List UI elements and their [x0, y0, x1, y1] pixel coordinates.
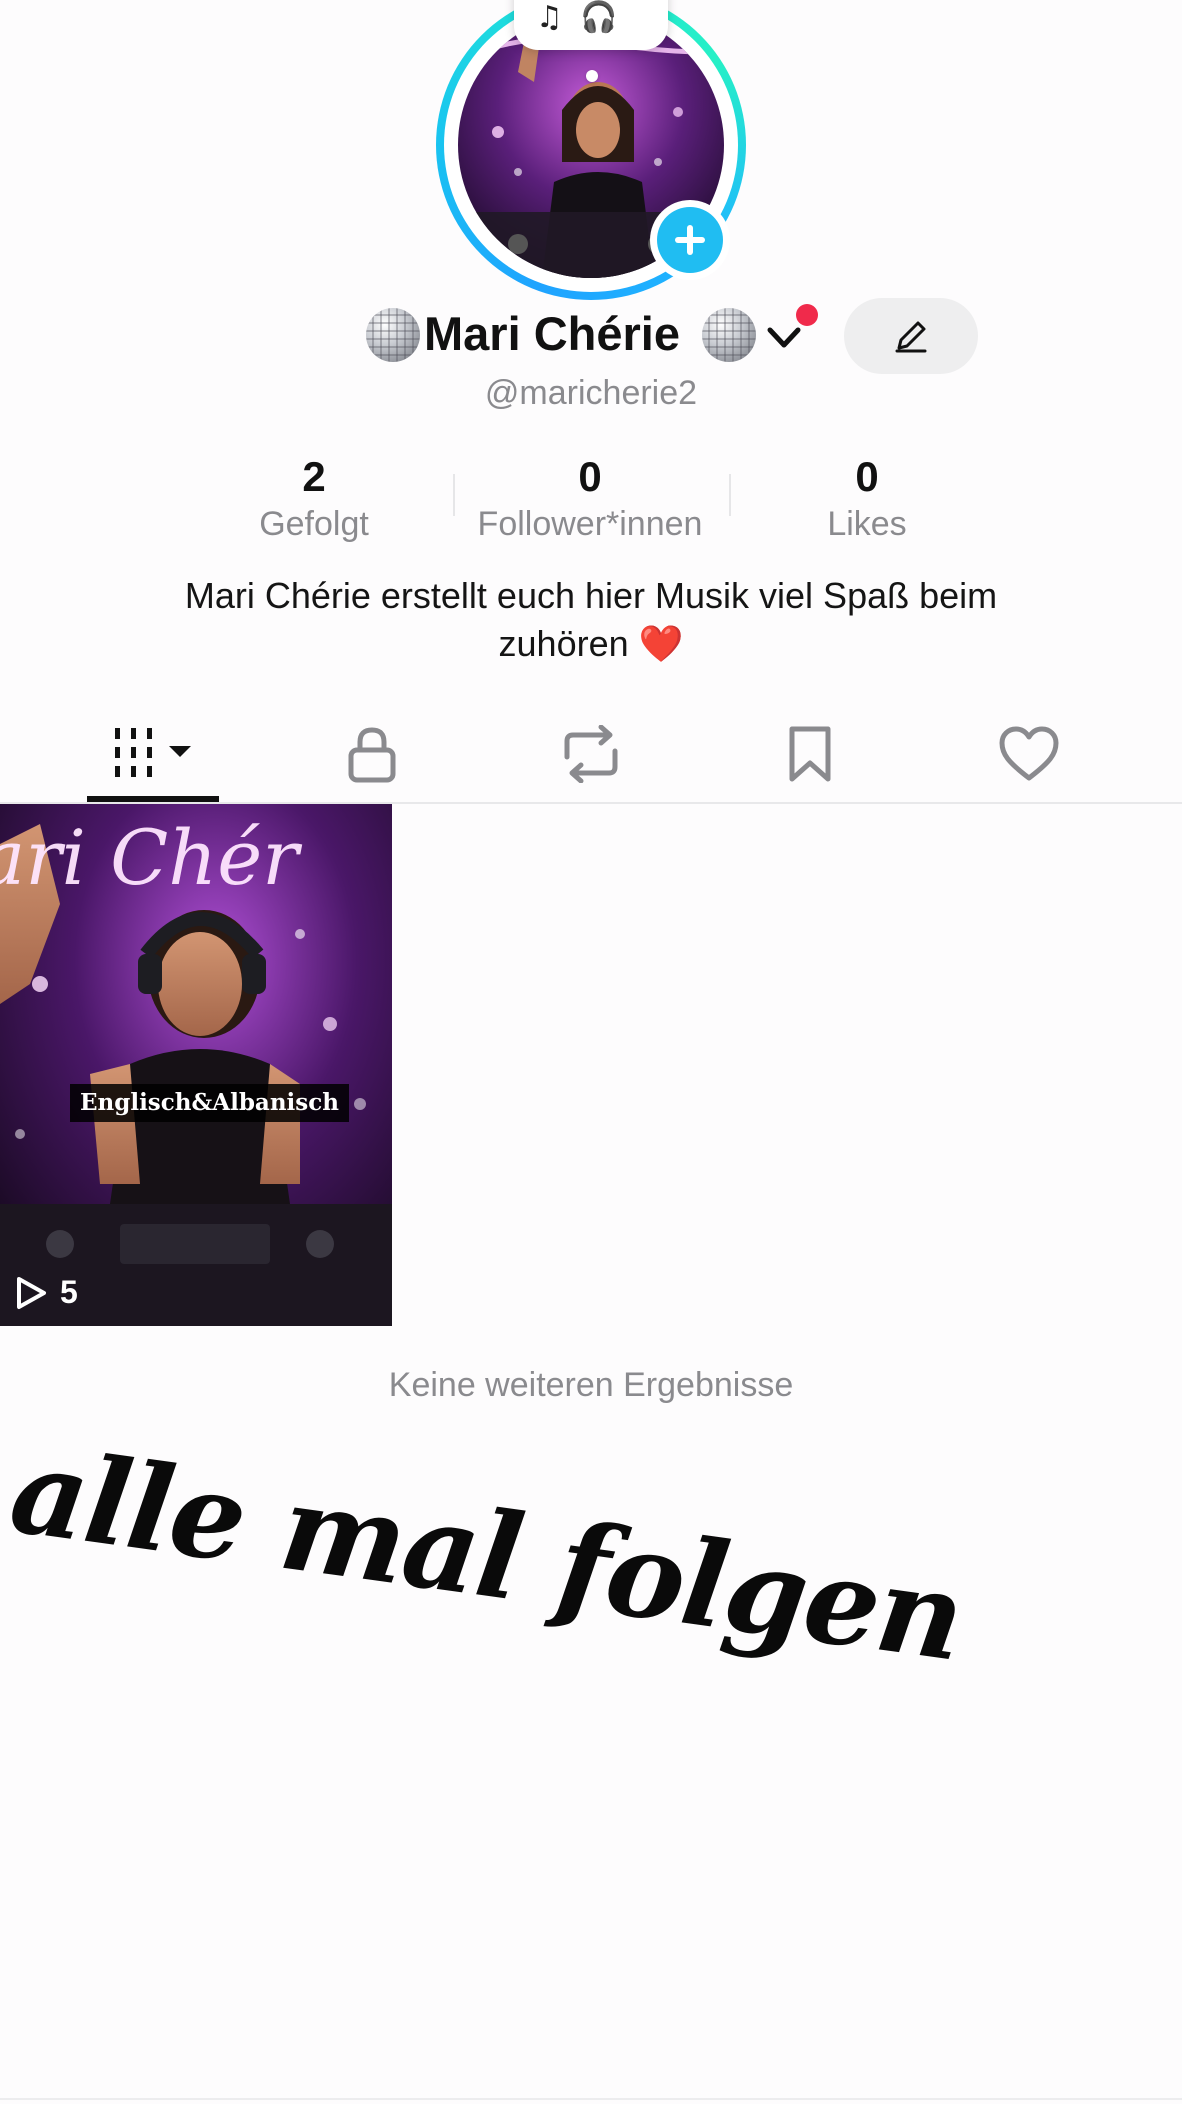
tab-videos[interactable] — [88, 708, 218, 800]
stat-likes-label: Likes — [827, 505, 907, 543]
stat-followers[interactable]: 0 Follower*innen — [460, 452, 720, 546]
stat-following-count: 2 — [302, 453, 326, 500]
view-count-value: 5 — [60, 1274, 78, 1310]
pencil-icon — [895, 321, 927, 353]
stat-divider — [453, 474, 455, 516]
tab-private[interactable] — [307, 708, 437, 800]
view-count: 5 — [14, 1274, 78, 1311]
chevron-down-icon[interactable] — [762, 318, 806, 358]
stat-likes[interactable]: 0 Likes — [737, 452, 997, 546]
sticker-text: alle mal folgen — [3, 1420, 971, 1688]
active-tab-indicator — [87, 796, 219, 802]
bookmark-icon — [789, 726, 831, 782]
grid-bars-icon — [115, 728, 191, 777]
stat-following-label: Gefolgt — [259, 505, 369, 543]
bottom-divider — [0, 2098, 1182, 2100]
tab-liked[interactable] — [964, 708, 1094, 800]
disco-ball-icon — [366, 308, 420, 362]
lock-icon — [348, 727, 396, 783]
stat-followers-count: 0 — [578, 453, 602, 500]
video-cover-image: ari Chér — [0, 804, 392, 1326]
note-bubble[interactable]: ♫ 🎧 — [514, 0, 668, 50]
bio-line-1: Mari Chérie erstellt euch hier Musik vie… — [184, 575, 998, 616]
profile-page: ♫ 🎧 Mari Chérie @maricherie2 2 Gefolgt 0… — [0, 0, 1182, 2104]
bio: Mari Chérie erstellt euch hier Musik vie… — [90, 572, 1092, 668]
note-text: ♫ 🎧 — [536, 0, 622, 35]
tab-reposts[interactable] — [526, 708, 656, 800]
note-bubble-tail — [586, 70, 598, 82]
notification-dot — [796, 304, 818, 326]
content-tabs — [0, 708, 1182, 804]
plus-icon — [657, 207, 723, 273]
tab-saved[interactable] — [745, 708, 875, 800]
stat-divider — [729, 474, 731, 516]
disco-ball-icon — [702, 308, 756, 362]
stat-following[interactable]: 2 Gefolgt — [184, 452, 444, 546]
stat-followers-label: Follower*innen — [477, 505, 703, 543]
bio-line-2: zuhören ❤️ — [498, 623, 684, 664]
username: @maricherie2 — [484, 374, 698, 412]
edit-profile-button[interactable] — [844, 298, 978, 374]
video-caption: Englisch&Albanisch — [70, 1084, 349, 1122]
heart-outline-icon — [999, 726, 1059, 781]
name-row: Mari Chérie — [0, 298, 1182, 374]
play-icon — [17, 1276, 46, 1309]
profile-name[interactable]: Mari Chérie — [424, 306, 680, 361]
no-more-results: Keine weiteren Ergebnisse — [388, 1366, 794, 1404]
repost-icon — [564, 725, 618, 783]
neon-text: ari Chér — [0, 813, 303, 902]
stat-likes-count: 0 — [855, 453, 879, 500]
add-story-button[interactable] — [650, 200, 730, 280]
video-thumbnail[interactable]: ari Chér Englisch&Albanisch 5 — [0, 804, 392, 1326]
